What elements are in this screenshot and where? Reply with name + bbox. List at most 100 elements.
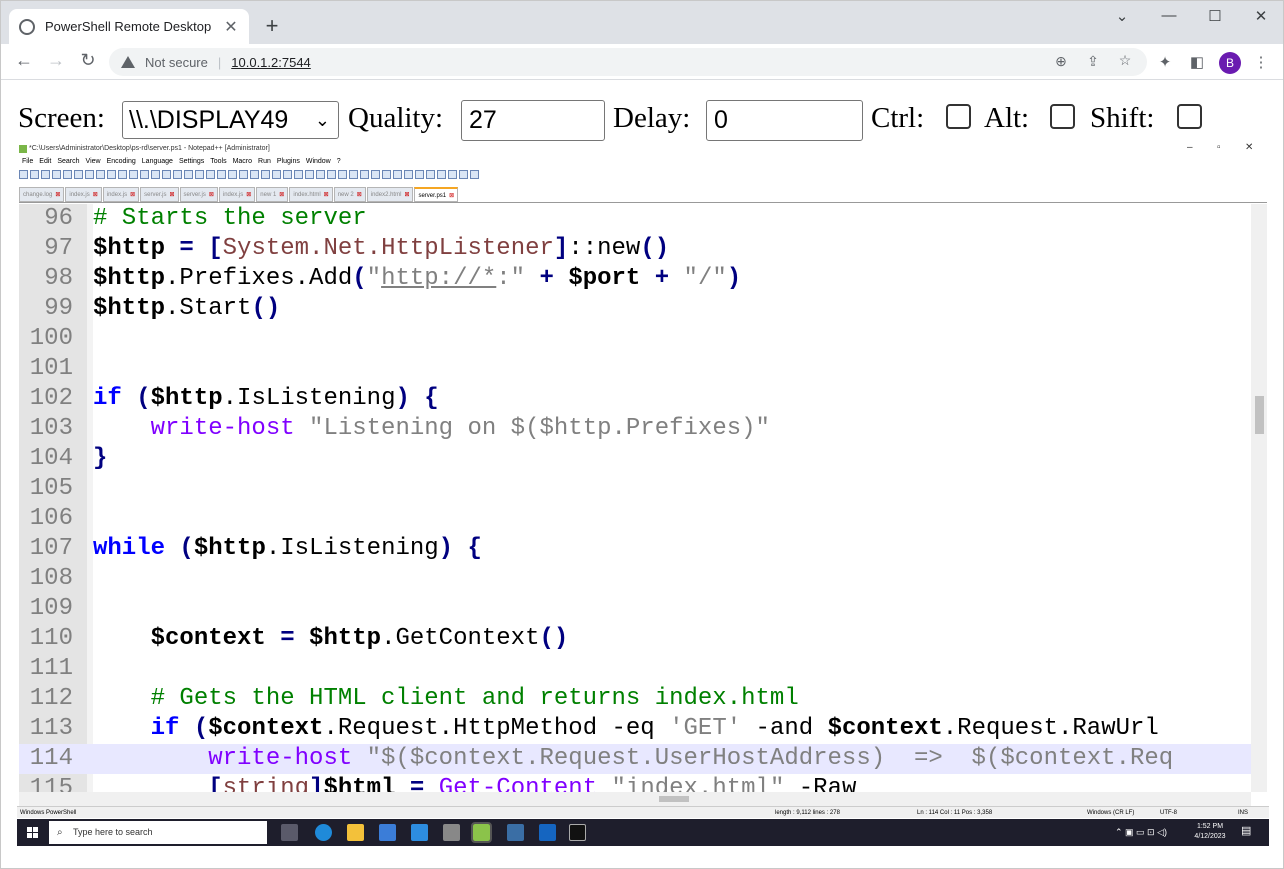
address-bar[interactable]: Not secure | 10.0.1.2:7544 [109, 48, 1147, 76]
zoom-icon[interactable]: ⊕ [1052, 53, 1070, 70]
npp-toolbar-icon[interactable] [162, 170, 171, 179]
tab-search-icon[interactable]: ⌄ [1107, 7, 1137, 25]
npp-toolbar-icon[interactable] [118, 170, 127, 179]
bookmark-star-icon[interactable]: ☆ [1116, 52, 1134, 69]
npp-minimize-button[interactable]: – [1187, 142, 1193, 153]
task-view-icon[interactable] [281, 824, 298, 841]
npp-toolbar-icon[interactable] [393, 170, 402, 179]
reload-icon[interactable]: ↻ [76, 50, 100, 71]
npp-restore-button[interactable]: ▫ [1217, 142, 1221, 153]
npp-toolbar-icon[interactable] [459, 170, 468, 179]
npp-menu-item[interactable]: Window [306, 158, 331, 165]
npp-file-tab[interactable]: server.js ⊠ [179, 187, 218, 202]
npp-tab-close-icon[interactable]: ⊠ [279, 192, 284, 198]
minimize-button[interactable]: — [1154, 7, 1184, 24]
edge-icon[interactable] [315, 824, 332, 841]
npp-toolbar-icon[interactable] [74, 170, 83, 179]
npp-tab-close-icon[interactable]: ⊠ [357, 192, 362, 198]
tab-close-icon[interactable]: ✕ [223, 17, 239, 37]
npp-file-tab[interactable]: new 1 ⊠ [256, 187, 289, 202]
npp-menu-item[interactable]: Run [258, 158, 271, 165]
npp-toolbar-icon[interactable] [448, 170, 457, 179]
notification-icon[interactable]: ▤ [1241, 826, 1251, 837]
powershell-ise-icon[interactable] [507, 824, 524, 841]
npp-toolbar-icon[interactable] [30, 170, 39, 179]
maximize-button[interactable]: ☐ [1200, 7, 1230, 25]
npp-toolbar-icon[interactable] [63, 170, 72, 179]
npp-menu-item[interactable]: View [86, 158, 101, 165]
server-manager-icon[interactable] [379, 824, 396, 841]
npp-tab-close-icon[interactable]: ⊠ [169, 192, 174, 198]
npp-toolbar-icon[interactable] [316, 170, 325, 179]
npp-toolbar-icon[interactable] [184, 170, 193, 179]
npp-toolbar-icon[interactable] [305, 170, 314, 179]
close-window-button[interactable]: ✕ [1246, 7, 1276, 25]
npp-menu-item[interactable]: Search [57, 158, 79, 165]
npp-toolbar-icon[interactable] [52, 170, 61, 179]
settings-app-icon[interactable] [443, 824, 460, 841]
npp-tab-close-icon[interactable]: ⊠ [55, 192, 60, 198]
npp-toolbar-icon[interactable] [294, 170, 303, 179]
browser-tab[interactable]: PowerShell Remote Desktop ✕ [9, 9, 249, 44]
back-icon[interactable]: ← [12, 50, 36, 71]
npp-toolbar-icon[interactable] [404, 170, 413, 179]
npp-file-tab[interactable]: index2.html ⊠ [366, 187, 414, 202]
npp-file-tab[interactable]: server.ps1 ⊠ [414, 187, 459, 202]
share-icon[interactable]: ⇪ [1084, 53, 1102, 70]
npp-toolbar-icon[interactable] [41, 170, 50, 179]
code-editor[interactable]: 96 # Starts the server 97 $http = [System.… [19, 204, 1267, 806]
npp-toolbar-icon[interactable] [195, 170, 204, 179]
npp-toolbar-icon[interactable] [129, 170, 138, 179]
npp-menu-item[interactable]: ? [337, 158, 341, 165]
vertical-scrollbar[interactable] [1251, 204, 1267, 792]
horizontal-scroll-thumb[interactable] [659, 796, 689, 802]
npp-tab-close-icon[interactable]: ⊠ [93, 192, 98, 198]
npp-file-tab[interactable]: index.html ⊠ [289, 187, 333, 202]
npp-toolbar-icon[interactable] [349, 170, 358, 179]
npp-menu-item[interactable]: Plugins [277, 158, 300, 165]
npp-menu-item[interactable]: Encoding [107, 158, 136, 165]
npp-toolbar-icon[interactable] [272, 170, 281, 179]
vertical-scroll-thumb[interactable] [1255, 396, 1264, 434]
npp-file-tab[interactable]: index.js ⊠ [102, 187, 140, 202]
npp-close-button[interactable]: ✕ [1245, 142, 1253, 153]
npp-toolbar-icon[interactable] [382, 170, 391, 179]
npp-tab-close-icon[interactable]: ⊠ [404, 192, 409, 198]
npp-toolbar-icon[interactable] [327, 170, 336, 179]
menu-icon[interactable]: ⋮ [1251, 53, 1271, 71]
npp-file-tab[interactable]: change.log ⊠ [19, 187, 65, 202]
npp-toolbar-icon[interactable] [250, 170, 259, 179]
ctrl-checkbox[interactable] [946, 104, 971, 129]
npp-toolbar-icon[interactable] [151, 170, 160, 179]
windows-start-icon[interactable] [27, 827, 38, 838]
defender-icon[interactable] [539, 824, 556, 841]
npp-toolbar-icon[interactable] [107, 170, 116, 179]
npp-tab-close-icon[interactable]: ⊠ [324, 192, 329, 198]
npp-toolbar-icon[interactable] [470, 170, 479, 179]
npp-tab-close-icon[interactable]: ⊠ [246, 192, 251, 198]
npp-toolbar-icon[interactable] [206, 170, 215, 179]
npp-toolbar-icon[interactable] [283, 170, 292, 179]
npp-toolbar-icon[interactable] [96, 170, 105, 179]
npp-menu-item[interactable]: Macro [233, 158, 252, 165]
npp-file-tab[interactable]: server.js ⊠ [140, 187, 179, 202]
npp-toolbar-icon[interactable] [140, 170, 149, 179]
clock[interactable]: 1:52 PM 4/12/2023 [1187, 822, 1233, 842]
npp-toolbar-icon[interactable] [19, 170, 28, 179]
npp-menu-item[interactable]: Language [142, 158, 173, 165]
forward-icon[interactable]: → [44, 50, 68, 71]
npp-toolbar-icon[interactable] [338, 170, 347, 179]
npp-menu-item[interactable]: Edit [39, 158, 51, 165]
npp-file-tab[interactable]: new 2 ⊠ [333, 187, 366, 202]
npp-menu-item[interactable]: Settings [179, 158, 204, 165]
tray-icons[interactable]: ⌃ ▣ ▭ ⊡ ◁) [1115, 827, 1167, 837]
side-panel-icon[interactable]: ◧ [1187, 53, 1207, 71]
npp-toolbar-icon[interactable] [239, 170, 248, 179]
alt-checkbox[interactable] [1050, 104, 1075, 129]
npp-toolbar-icon[interactable] [426, 170, 435, 179]
npp-toolbar-icon[interactable] [360, 170, 369, 179]
npp-tab-close-icon[interactable]: ⊠ [130, 192, 135, 198]
npp-menu-item[interactable]: Tools [210, 158, 226, 165]
extensions-icon[interactable]: ✦ [1155, 53, 1175, 71]
terminal-icon[interactable] [569, 824, 586, 841]
